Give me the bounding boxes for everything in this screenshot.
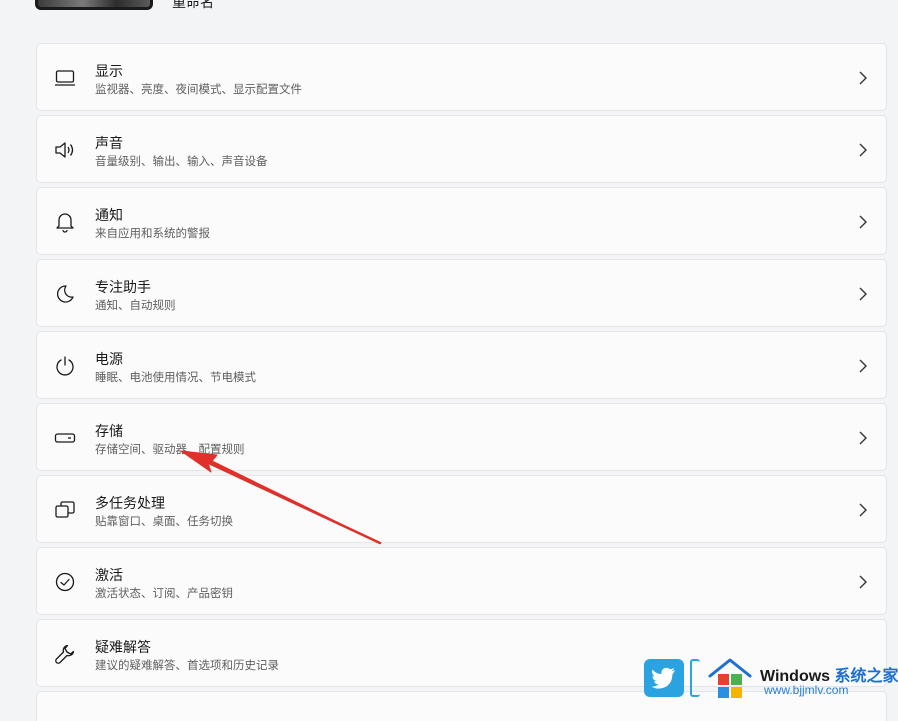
settings-item-subtitle: 通知、自动规则	[95, 298, 176, 312]
moon-icon	[53, 282, 77, 306]
settings-item-title: 电源	[95, 352, 123, 368]
rename-link[interactable]: 重命名	[172, 0, 214, 12]
settings-item-title: 多任务处理	[95, 496, 165, 512]
settings-item-multitasking[interactable]: 多任务处理 贴靠窗口、桌面、任务切换	[36, 475, 887, 543]
settings-item-title: 专注助手	[95, 280, 151, 296]
settings-item-subtitle: 睡眠、电池使用情况、节电模式	[95, 370, 256, 384]
power-icon	[53, 354, 77, 378]
checkmark-circle-icon	[53, 570, 77, 594]
storage-icon	[53, 426, 77, 450]
settings-item-focus-assist[interactable]: 专注助手 通知、自动规则	[36, 259, 887, 327]
chevron-right-icon	[859, 71, 867, 85]
chevron-right-icon	[859, 287, 867, 301]
settings-item-title: 声音	[95, 136, 123, 152]
settings-item-subtitle: 来自应用和系统的警报	[95, 226, 210, 240]
chevron-right-icon	[859, 431, 867, 445]
windows-house-logo-icon	[708, 658, 752, 698]
settings-item-notifications[interactable]: 通知 来自应用和系统的警报	[36, 187, 887, 255]
settings-item-title: 激活	[95, 568, 123, 584]
settings-item-display[interactable]: 显示 监视器、亮度、夜间模式、显示配置文件	[36, 43, 887, 111]
settings-item-title: 显示	[95, 64, 123, 80]
twitter-bird-icon	[644, 659, 684, 697]
settings-item-subtitle: 存储空间、驱动器、配置规则	[95, 442, 245, 456]
wrench-icon	[53, 642, 77, 666]
settings-item-title: 存储	[95, 424, 123, 440]
multitask-icon	[53, 498, 77, 522]
account-header: 重命名	[0, 0, 898, 20]
chevron-right-icon	[859, 215, 867, 229]
device-thumbnail	[35, 0, 153, 10]
chevron-right-icon	[859, 575, 867, 589]
settings-item-sound[interactable]: 声音 音量级别、输出、输入、声音设备	[36, 115, 887, 183]
watermark-url: www.bjjmlv.com	[764, 683, 849, 697]
monitor-icon	[53, 66, 77, 90]
settings-item-activation[interactable]: 激活 激活状态、订阅、产品密钥	[36, 547, 887, 615]
chevron-right-icon	[859, 143, 867, 157]
settings-item-title: 通知	[95, 208, 123, 224]
settings-item-title: 疑难解答	[95, 640, 151, 656]
bell-icon	[53, 210, 77, 234]
chevron-right-icon	[859, 503, 867, 517]
settings-item-subtitle: 监视器、亮度、夜间模式、显示配置文件	[95, 82, 302, 96]
settings-item-subtitle: 建议的疑难解答、首选项和历史记录	[95, 658, 279, 672]
speaker-icon	[53, 138, 77, 162]
settings-item-power[interactable]: 电源 睡眠、电池使用情况、节电模式	[36, 331, 887, 399]
settings-item-subtitle: 音量级别、输出、输入、声音设备	[95, 154, 268, 168]
chevron-right-icon	[859, 359, 867, 373]
site-watermark: Windows 系统之家 www.bjjmlv.com	[644, 652, 898, 703]
settings-item-storage[interactable]: 存储 存储空间、驱动器、配置规则	[36, 403, 887, 471]
settings-item-subtitle: 激活状态、订阅、产品密钥	[95, 586, 233, 600]
twitter-fragment-icon	[690, 659, 700, 697]
settings-item-subtitle: 贴靠窗口、桌面、任务切换	[95, 514, 233, 528]
